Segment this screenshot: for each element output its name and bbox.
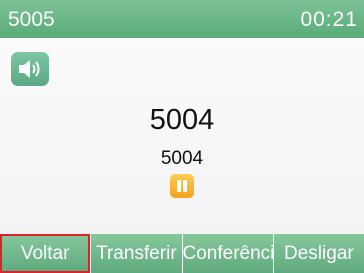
speaker-button[interactable] bbox=[11, 52, 49, 86]
hangup-softkey[interactable]: Desligar bbox=[272, 234, 364, 273]
status-bar: 5005 00:21 bbox=[0, 0, 364, 38]
call-screen: 5004 5004 bbox=[0, 38, 364, 234]
line-label: 5005 bbox=[8, 8, 55, 31]
back-softkey[interactable]: Voltar bbox=[0, 234, 91, 273]
pause-bar-left bbox=[177, 180, 181, 192]
caller-name: 5004 bbox=[149, 104, 215, 136]
speaker-icon bbox=[19, 60, 40, 78]
conference-softkey[interactable]: Conferência bbox=[181, 234, 273, 273]
pause-bar-right bbox=[183, 180, 187, 192]
transfer-softkey[interactable]: Transferir bbox=[90, 234, 182, 273]
call-timer: 00:21 bbox=[300, 8, 358, 31]
caller-number: 5004 bbox=[160, 148, 204, 169]
softkey-bar: Voltar Transferir Conferência Desligar bbox=[0, 234, 364, 273]
pause-icon bbox=[170, 174, 194, 198]
